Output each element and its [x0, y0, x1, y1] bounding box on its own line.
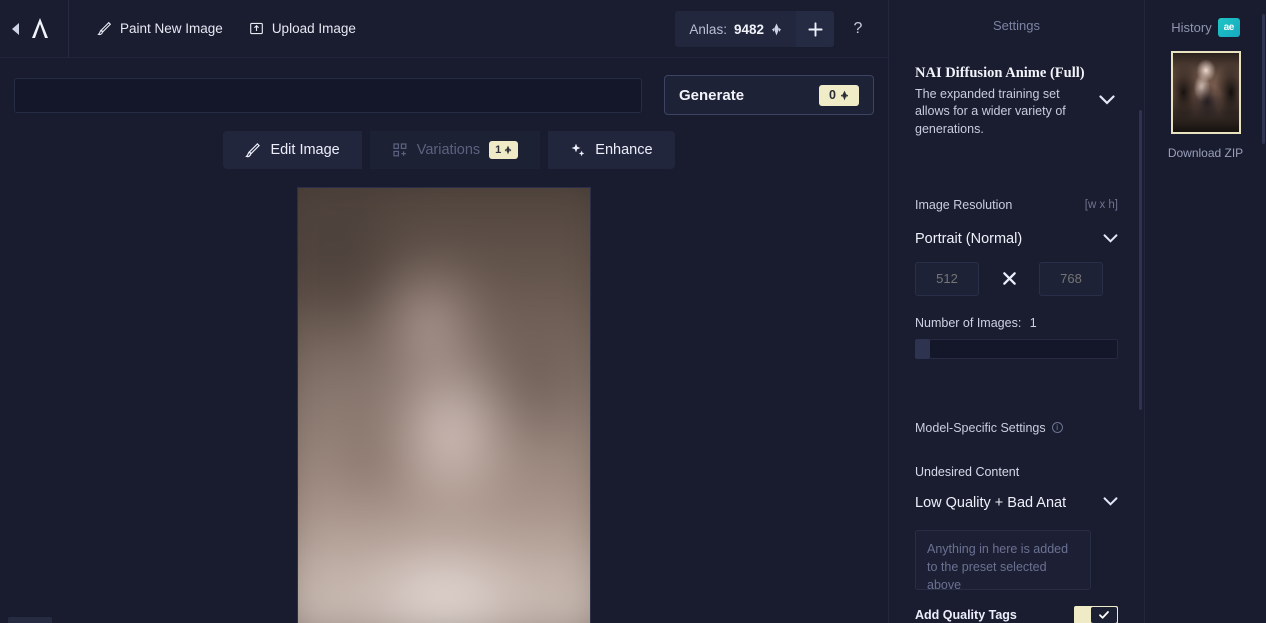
main-workspace: Paint New Image Upload Image Anlas: 9482 — [0, 0, 888, 623]
number-of-images-row: Number of Images: 1 — [915, 316, 1118, 330]
undesired-preset-value: Low Quality + Bad Anat — [915, 494, 1067, 511]
chevron-down-icon — [1103, 495, 1118, 511]
pencil-brush-icon — [245, 142, 261, 158]
slider-track — [929, 338, 1118, 359]
model-specific-settings-row[interactable]: Model-Specific Settings i — [915, 421, 1118, 435]
sparkles-icon — [570, 142, 586, 158]
check-icon — [1091, 606, 1117, 623]
toolbar-actions: Paint New Image Upload Image — [69, 14, 366, 44]
anlas-icon — [771, 23, 782, 36]
dimension-inputs — [915, 261, 1118, 296]
slider-handle[interactable] — [915, 338, 930, 359]
anlas-label: Anlas: — [689, 21, 727, 37]
model-specific-settings-label: Model-Specific Settings — [915, 420, 1046, 435]
upload-image-label: Upload Image — [271, 21, 356, 36]
history-header: History ae — [1145, 0, 1266, 37]
history-thumbnail[interactable] — [1170, 51, 1241, 134]
question-mark-icon: ? — [853, 20, 863, 37]
edit-image-button[interactable]: Edit Image — [223, 131, 362, 169]
add-quality-tags-toggle[interactable] — [1074, 605, 1118, 623]
upload-image-button[interactable]: Upload Image — [239, 14, 366, 44]
number-of-images-label: Number of Images: — [915, 315, 1022, 330]
enhance-button[interactable]: Enhance — [548, 131, 675, 169]
variations-button[interactable]: Variations 1 — [369, 131, 541, 169]
help-button[interactable]: ? — [842, 11, 874, 47]
enhance-label: Enhance — [595, 142, 653, 158]
generate-cost-badge: 0 — [819, 84, 859, 106]
history-thumbnail-image — [1172, 53, 1239, 132]
download-zip-button[interactable]: Download ZIP — [1145, 146, 1266, 160]
image-action-tabs: Edit Image Variations 1 Enhance — [0, 131, 888, 169]
novelai-logo[interactable] — [27, 15, 53, 43]
grid-plus-icon — [392, 142, 408, 158]
anlas-icon — [840, 90, 849, 101]
width-input[interactable] — [915, 261, 979, 296]
plus-icon — [807, 21, 824, 38]
prompt-row: Generate 0 — [0, 58, 888, 115]
undesired-preset-select[interactable]: Low Quality + Bad Anat — [915, 488, 1118, 518]
model-selector[interactable]: NAI Diffusion Anime (Full) The expanded … — [915, 65, 1118, 138]
image-resolution-label: Image Resolution — [915, 197, 1013, 212]
undesired-content-textarea[interactable]: Anything in here is added to the preset … — [915, 529, 1091, 590]
history-title: History — [1171, 20, 1212, 35]
app-root: Paint New Image Upload Image Anlas: 9482 — [0, 0, 1266, 623]
sidebar-collapse-icon[interactable] — [12, 22, 19, 35]
variations-label: Variations — [416, 142, 481, 158]
toolbar-left-group — [0, 15, 68, 43]
add-quality-tags-row: Add Quality Tags — [915, 605, 1118, 623]
image-resolution-row: Image Resolution [w x h] — [915, 198, 1118, 212]
chevron-down-icon[interactable] — [1096, 89, 1118, 111]
info-icon[interactable]: i — [1051, 422, 1063, 434]
model-info: NAI Diffusion Anime (Full) The expanded … — [915, 65, 1096, 138]
anlas-icon — [504, 145, 512, 155]
anlas-balance[interactable]: Anlas: 9482 — [675, 11, 796, 47]
image-footer-toolbar — [0, 613, 294, 623]
variations-cost-badge: 1 — [489, 141, 519, 159]
generated-image-content — [298, 188, 590, 623]
paint-new-image-button[interactable]: Paint New Image — [87, 14, 233, 44]
settings-title: Settings — [993, 18, 1040, 33]
generate-cost-value: 0 — [829, 88, 836, 102]
settings-body: NAI Diffusion Anime (Full) The expanded … — [889, 65, 1144, 623]
history-scrollbar[interactable] — [1262, 14, 1265, 144]
resolution-preset-select[interactable]: Portrait (Normal) — [915, 222, 1118, 256]
model-description: The expanded training set allows for a w… — [915, 87, 1066, 136]
top-toolbar: Paint New Image Upload Image Anlas: 9482 — [0, 0, 888, 58]
prompt-input[interactable] — [14, 78, 642, 113]
anlas-value: 9482 — [733, 21, 764, 37]
number-of-images-value: 1 — [1029, 315, 1037, 330]
history-thumbnail-list — [1145, 51, 1266, 134]
height-input[interactable] — [1039, 261, 1103, 296]
upload-icon — [249, 21, 264, 36]
paint-new-image-label: Paint New Image — [120, 21, 223, 36]
add-quality-tags-label: Add Quality Tags — [915, 607, 1017, 622]
image-resolution-hint: [w x h] — [1084, 198, 1118, 211]
add-anlas-button[interactable] — [796, 11, 834, 47]
history-panel: History ae Download ZIP — [1144, 0, 1266, 623]
generate-button[interactable]: Generate 0 — [664, 75, 874, 115]
history-badge[interactable]: ae — [1217, 18, 1240, 37]
toolbar-right-group: Anlas: 9482 ? — [675, 0, 874, 58]
generated-image[interactable] — [297, 187, 591, 623]
brush-icon — [97, 21, 112, 36]
variations-cost-value: 1 — [495, 144, 502, 156]
image-canvas-area — [0, 169, 888, 623]
edit-image-label: Edit Image — [270, 142, 340, 158]
chevron-down-icon — [1103, 234, 1118, 244]
settings-panel: Settings NAI Diffusion Anime (Full) The … — [888, 0, 1144, 623]
generate-label: Generate — [679, 86, 745, 104]
undesired-content-label: Undesired Content — [915, 464, 1020, 479]
resolution-preset-value: Portrait (Normal) — [915, 230, 1023, 247]
multiply-icon — [979, 270, 1039, 287]
image-tool-strip[interactable] — [8, 617, 52, 623]
model-name: NAI Diffusion Anime (Full) — [915, 65, 1085, 81]
number-of-images-slider[interactable] — [915, 338, 1118, 359]
